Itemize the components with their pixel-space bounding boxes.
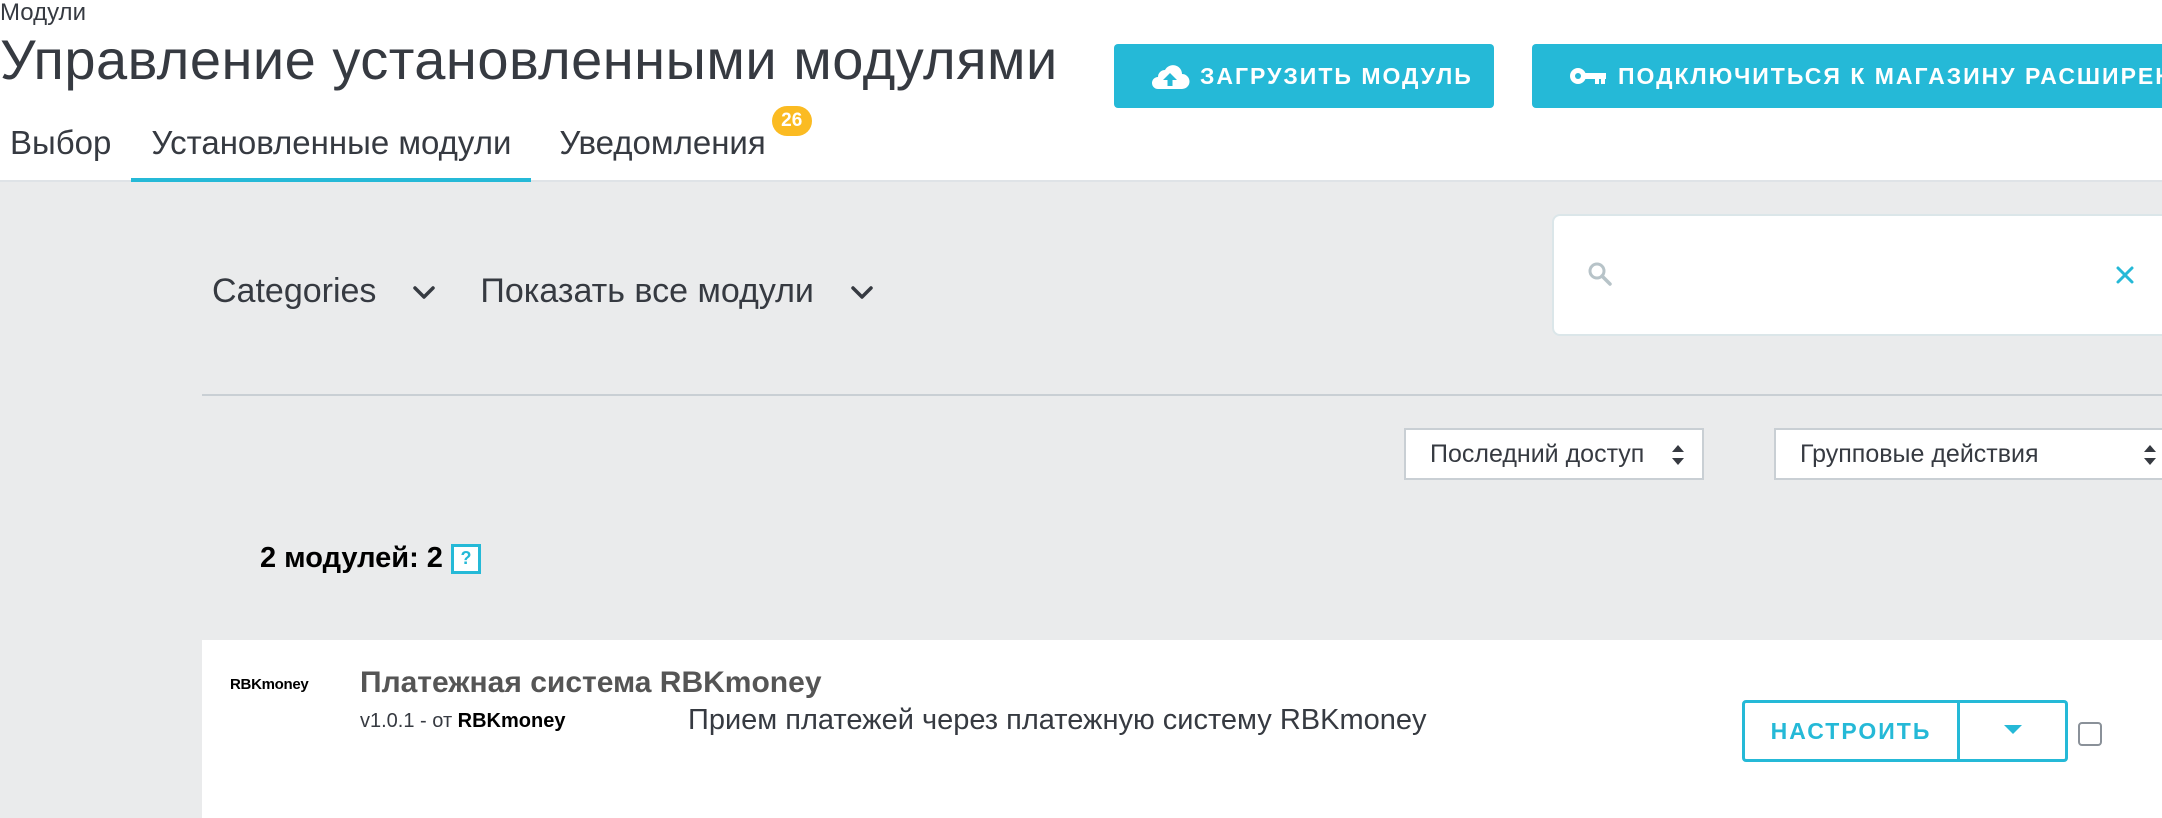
module-logo: RBKmoney <box>230 676 309 693</box>
categories-filter[interactable]: Categories <box>212 272 438 311</box>
close-icon[interactable] <box>2110 260 2140 290</box>
divider <box>202 394 2162 396</box>
chevron-down-icon <box>410 278 438 306</box>
notification-count-badge: 26 <box>771 106 812 136</box>
bulk-actions-value: Групповые действия <box>1800 439 2039 468</box>
key-icon <box>1568 61 1608 91</box>
sort-arrows-icon <box>1670 442 1686 468</box>
module-name: Платежная система RBKmoney <box>360 666 822 699</box>
search-icon <box>1586 260 1614 288</box>
page-header: Модули Управление установленными модулям… <box>0 0 2162 184</box>
tab-installed-modules[interactable]: Установленные модули <box>131 112 532 184</box>
chevron-down-icon <box>848 278 876 306</box>
filter-bar: Categories Показать все модули <box>212 272 876 311</box>
module-version: v1.0.1 - от RBKmoney <box>360 710 565 733</box>
cloud-upload-icon <box>1150 61 1190 91</box>
categories-filter-label: Categories <box>212 272 377 310</box>
module-count: 2 модулей: 2 ? <box>260 542 481 575</box>
tab-selection[interactable]: Выбор <box>0 112 123 182</box>
tab-label: Установленные модули <box>151 124 512 161</box>
connect-store-button[interactable]: Подключиться к магазину расширений <box>1532 44 2162 108</box>
module-tabs: Выбор Установленные модули Уведомления 2… <box>0 106 812 184</box>
module-select-checkbox[interactable] <box>2078 722 2102 746</box>
module-author: RBKmoney <box>457 710 566 732</box>
module-actions-dropdown-button[interactable] <box>1960 700 2068 762</box>
caret-down-icon <box>2002 722 2024 741</box>
module-version-text: v1.0.1 - от <box>360 710 453 732</box>
status-filter-label: Показать все модули <box>480 272 814 310</box>
module-actions: НАСТРОИТЬ <box>1742 700 2068 762</box>
main-content: Categories Показать все модули Последний… <box>0 182 2162 818</box>
module-count-label: 2 модулей: 2 <box>260 542 443 574</box>
configure-button[interactable]: НАСТРОИТЬ <box>1742 700 1960 762</box>
tab-label: Уведомления <box>559 124 766 161</box>
connect-store-label: Подключиться к магазину расширений <box>1618 62 2162 89</box>
module-search <box>1552 214 2162 336</box>
module-description: Прием платежей через платежную систему R… <box>688 704 1427 736</box>
sort-select[interactable]: Последний доступ <box>1404 428 1704 480</box>
module-row: RBKmoney Платежная система RBKmoney v1.0… <box>202 640 2162 818</box>
sort-arrows-icon <box>2142 442 2158 468</box>
search-input[interactable] <box>1634 246 2058 308</box>
sort-select-value: Последний доступ <box>1430 439 1645 468</box>
upload-module-button[interactable]: Загрузить модуль <box>1114 44 1494 108</box>
breadcrumb[interactable]: Модули <box>0 0 86 26</box>
upload-module-label: Загрузить модуль <box>1200 62 1473 89</box>
status-filter[interactable]: Показать все модули <box>480 272 875 311</box>
tab-label: Выбор <box>10 124 112 161</box>
bulk-actions-select[interactable]: Групповые действия <box>1774 428 2162 480</box>
help-icon[interactable]: ? <box>450 543 481 574</box>
tab-notifications[interactable]: Уведомления 26 <box>539 106 812 182</box>
page-title: Управление установленными модулями <box>0 28 1058 91</box>
